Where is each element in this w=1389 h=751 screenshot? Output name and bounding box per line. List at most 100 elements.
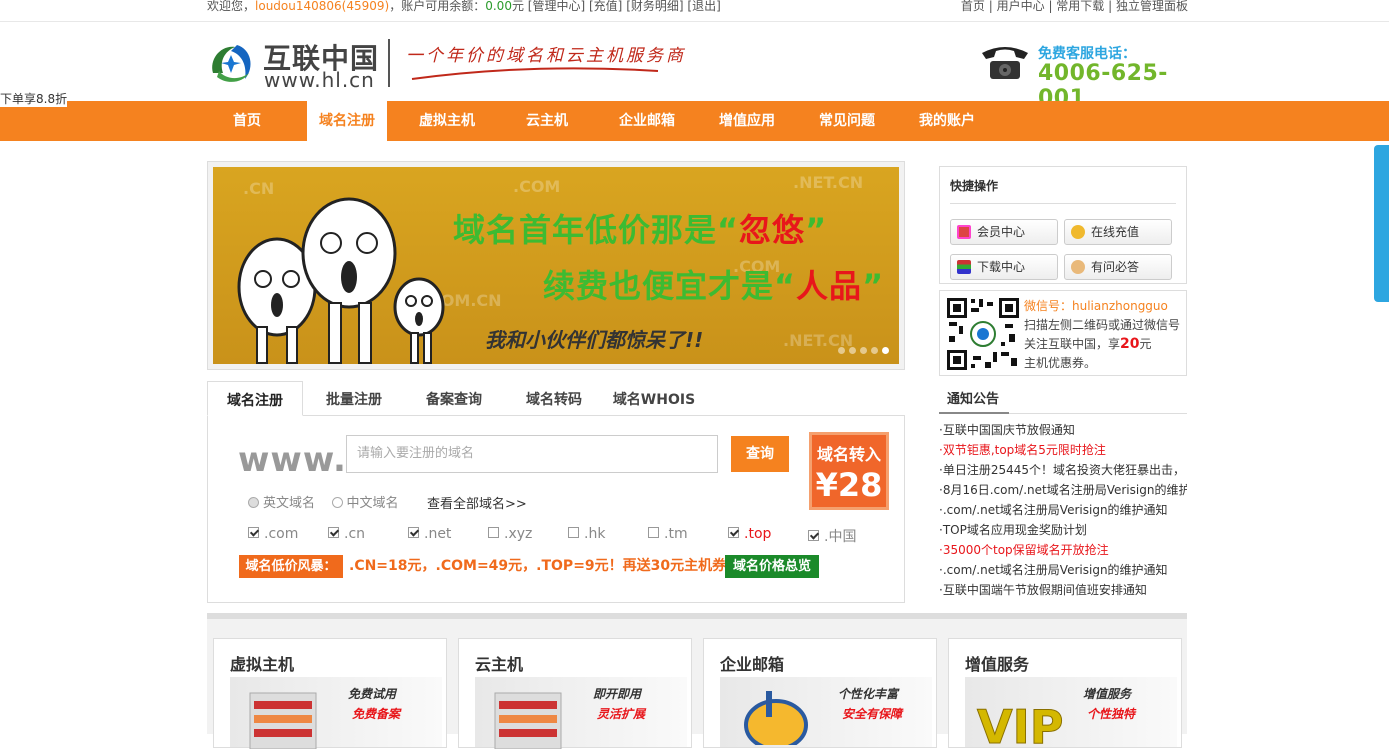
member-center-label: 会员中心 <box>977 225 1026 239</box>
checkbox-icon <box>408 527 419 538</box>
query-button[interactable]: 查询 <box>731 436 789 472</box>
view-all-domains-link[interactable]: 查看全部域名>> <box>427 493 527 512</box>
notice-item[interactable]: ·TOP域名应用现金奖励计划 <box>939 520 1187 540</box>
banner-headline-1-close: ” <box>805 211 828 249</box>
top-link-home[interactable]: 首页 <box>961 0 985 13</box>
radio-english[interactable]: 英文域名 <box>248 496 315 511</box>
tab-batch-register[interactable]: 批量注册 <box>307 381 401 416</box>
nav-cloud-host[interactable]: 云主机 <box>507 101 587 141</box>
notice-item[interactable]: ·35000个top保留域名开放抢注 <box>939 540 1187 560</box>
tld-label: .net <box>424 526 452 542</box>
promo-banner[interactable]: .CN .COM .NET.CN .COM.CN .NET.CN .COM 域名… <box>207 161 905 370</box>
user-help-icon <box>1071 260 1085 274</box>
notice-title: 通知公告 <box>939 384 1187 414</box>
price-overview-button[interactable]: 域名价格总览 <box>725 555 819 578</box>
card-title: 企业邮箱 <box>720 655 785 674</box>
nav-virtual-host[interactable]: 虚拟主机 <box>407 101 487 141</box>
banner-headline-1: 域名首年低价那是“忽悠” <box>453 205 827 251</box>
checkbox-icon <box>248 527 259 538</box>
card-caption-2: 灵活扩展 <box>597 707 646 721</box>
tld-top[interactable]: .top <box>728 526 771 542</box>
nav-domain-register[interactable]: 域名注册 <box>307 101 387 141</box>
tld-label: .xyz <box>504 526 533 542</box>
domain-search-panel: www. 请输入要注册的域名 查询 域名转入 ¥28 英文域名 中文域名 查看全… <box>207 416 905 603</box>
transfer-label: 域名转入 <box>816 445 881 464</box>
server-rack-icon <box>494 692 562 749</box>
checkbox-icon <box>808 530 819 541</box>
banner-dot[interactable] <box>849 347 856 354</box>
top-link-downloads[interactable]: 常用下载 <box>1056 0 1104 13</box>
tld-label: .hk <box>584 526 606 542</box>
tld-net[interactable]: .net <box>408 526 451 542</box>
tld-zhongguo[interactable]: .中国 <box>808 526 856 546</box>
tld-hk[interactable]: .hk <box>568 526 605 542</box>
nav-faq[interactable]: 常见问题 <box>807 101 887 141</box>
notice-item[interactable]: ·互联中国端午节放假期间值班安排通知 <box>939 580 1187 600</box>
link-logout[interactable]: [退出] <box>687 0 720 13</box>
hotline: 免费客服电话： 4006-625-001 <box>978 39 1188 111</box>
card-caption-1: 免费试用 <box>348 687 397 701</box>
link-recharge[interactable]: [充值] <box>589 0 622 13</box>
discount-badge: 下单享8.8折 <box>0 90 68 107</box>
banner-headline-1-highlight: 忽悠 <box>739 211 806 249</box>
qr-code-icon <box>945 296 1021 372</box>
tld-tm[interactable]: .tm <box>648 526 688 542</box>
tab-icp-query[interactable]: 备案查询 <box>407 381 501 416</box>
tld-xyz[interactable]: .xyz <box>488 526 532 542</box>
logo[interactable]: 互联中国 www.hl.cn <box>207 37 387 92</box>
notice-item[interactable]: ·8月16日.com/.net域名注册局Verisign的维护 <box>939 480 1187 500</box>
welcome-text: 欢迎您， <box>207 0 256 13</box>
top-link-user-center[interactable]: 用户中心 <box>997 0 1045 13</box>
logo-url: www.hl.cn <box>264 68 375 92</box>
vip-badge-icon: VIP <box>977 700 1064 751</box>
hotline-label: 免费客服电话： <box>1038 46 1136 62</box>
tab-domain-transcode[interactable]: 域名转码 <box>507 381 601 416</box>
card-virtual-host[interactable]: 虚拟主机 免费试用 免费备案 <box>213 638 447 749</box>
notice-item[interactable]: ·单日注册25445个！域名投资大佬狂暴出击， <box>939 460 1187 480</box>
promo-text: .CN=18元，.COM=49元，.TOP=9元！再送30元主机券！ <box>349 558 741 574</box>
top-links: 首页 | 用户中心 | 常用下载 | 独立管理面板 <box>960 0 1188 13</box>
card-cloud-host[interactable]: 云主机 即开即用 灵活扩展 <box>458 638 692 749</box>
domain-search-input[interactable]: 请输入要注册的域名 <box>346 435 718 473</box>
notice-item[interactable]: ·互联中国国庆节放假通知 <box>939 420 1187 440</box>
radio-chinese-label: 中文域名 <box>346 496 399 511</box>
nav-value-added[interactable]: 增值应用 <box>707 101 787 141</box>
link-finance[interactable]: [财务明细] <box>626 0 683 13</box>
tld-com[interactable]: .com <box>248 526 298 542</box>
download-center-label: 下载中心 <box>977 260 1026 274</box>
card-caption-2: 免费备案 <box>352 707 401 721</box>
banner-headline-2-text: 续费也便宜才是“ <box>543 267 797 305</box>
tld-label: .top <box>744 526 772 542</box>
quick-actions: 快捷操作 会员中心 在线充值 下载中心 有问必答 <box>939 166 1187 284</box>
domain-transfer-promo[interactable]: 域名转入 ¥28 <box>809 432 889 510</box>
nav-home[interactable]: 首页 <box>207 101 287 141</box>
tab-domain-register[interactable]: 域名注册 <box>207 381 303 416</box>
radio-icon <box>248 497 259 508</box>
banner-dot[interactable] <box>860 347 867 354</box>
card-value-added[interactable]: 增值服务 VIP 增值服务 个性独特 <box>948 638 1182 751</box>
online-recharge-label: 在线充值 <box>1091 225 1140 239</box>
top-bar: 欢迎您，loudou140806(45909)，账户可用余额：0.00元 [管理… <box>0 0 1389 22</box>
notice-item[interactable]: ·双节钜惠,top域名5元限时抢注 <box>939 440 1187 460</box>
banner-dot[interactable] <box>871 347 878 354</box>
member-center-button[interactable]: 会员中心 <box>950 219 1058 245</box>
notice-item[interactable]: ·.com/.net域名注册局Verisign的维护通知 <box>939 500 1187 520</box>
nav-enterprise-mail[interactable]: 企业邮箱 <box>607 101 687 141</box>
tld-cn[interactable]: .cn <box>328 526 365 542</box>
faq-button[interactable]: 有问必答 <box>1064 254 1172 280</box>
radio-chinese[interactable]: 中文域名 <box>331 496 399 511</box>
banner-dot[interactable] <box>838 347 845 354</box>
top-link-panel[interactable]: 独立管理面板 <box>1116 0 1188 13</box>
download-center-button[interactable]: 下载中心 <box>950 254 1058 280</box>
banner-headline-2: 续费也便宜才是“人品” <box>543 261 884 307</box>
floating-service-tab[interactable] <box>1374 145 1389 302</box>
link-manage-center[interactable]: [管理中心] <box>528 0 585 13</box>
banner-dot-active[interactable] <box>882 347 889 354</box>
account-status: 欢迎您，loudou140806(45909)，账户可用余额：0.00元 [管理… <box>207 0 721 12</box>
nav-my-account[interactable]: 我的账户 <box>907 101 987 141</box>
card-enterprise-mail[interactable]: 企业邮箱 个性化丰富 安全有保障 <box>703 638 937 748</box>
tab-whois[interactable]: 域名WHOIS <box>607 381 701 416</box>
notice-item[interactable]: ·.com/.net域名注册局Verisign的维护通知 <box>939 560 1187 580</box>
username-link[interactable]: loudou140806(45909) <box>255 0 389 13</box>
online-recharge-button[interactable]: 在线充值 <box>1064 219 1172 245</box>
